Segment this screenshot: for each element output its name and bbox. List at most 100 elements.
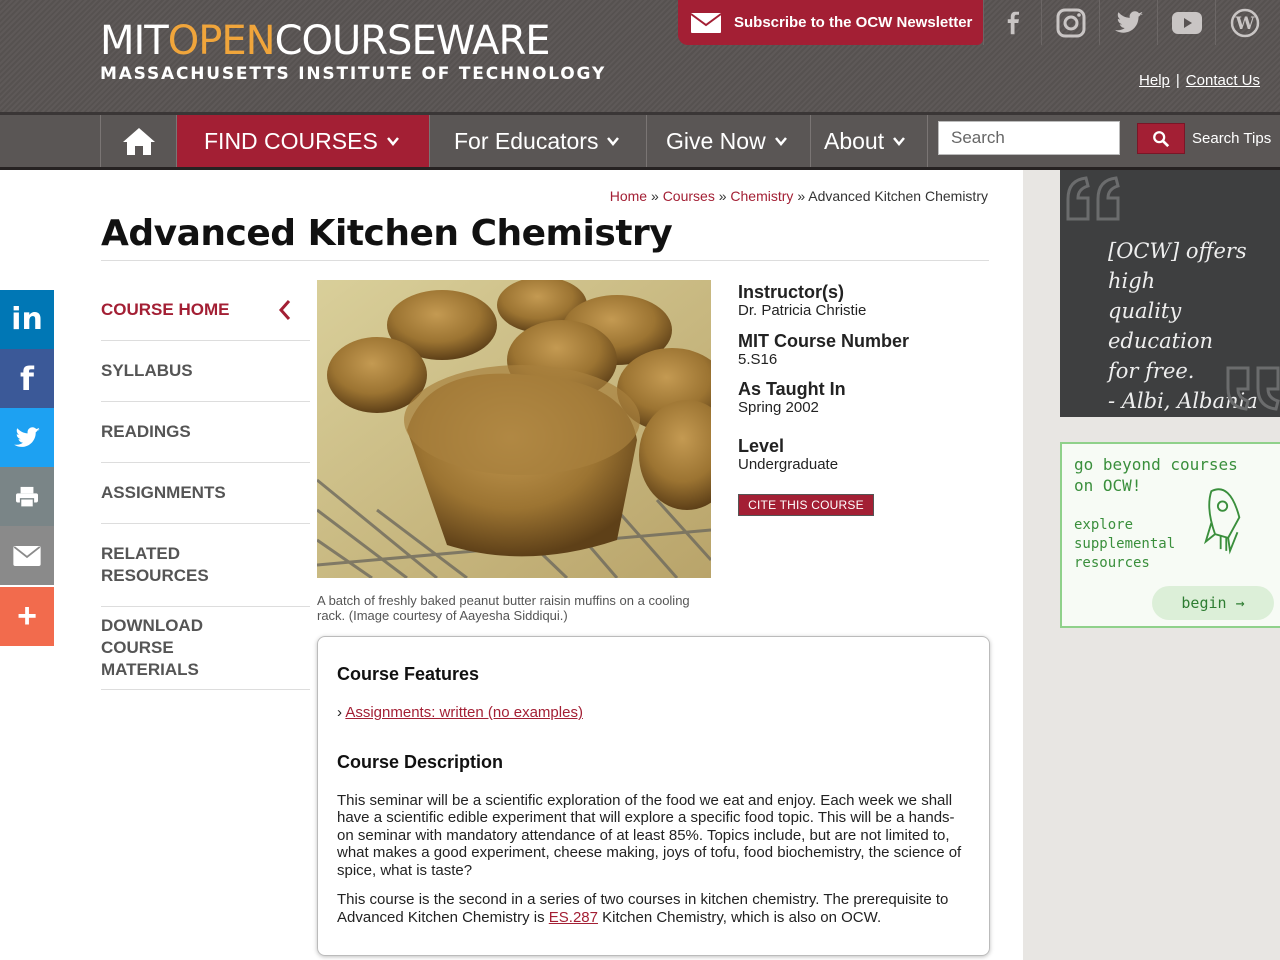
testimonial-promo[interactable]: [OCW] offers high quality education for … xyxy=(1060,170,1280,417)
share-more[interactable]: + xyxy=(0,587,54,646)
sidenav-course-home[interactable]: COURSE HOME xyxy=(101,280,310,341)
twitter-icon xyxy=(14,426,40,447)
nav-about-label: About xyxy=(824,127,885,154)
home-icon xyxy=(122,128,155,155)
help-link[interactable]: Help xyxy=(1139,72,1170,89)
supplemental-resources-promo[interactable]: go beyond courses on OCW! explore supple… xyxy=(1060,442,1280,628)
description-paragraph-2: This course is the second in a series of… xyxy=(337,891,970,926)
share-print[interactable] xyxy=(0,467,54,526)
email-icon xyxy=(13,545,41,566)
course-description-heading: Course Description xyxy=(337,751,504,772)
page-title: Advanced Kitchen Chemistry xyxy=(101,213,673,254)
description-text: Kitchen Chemistry, which is also on OCW. xyxy=(597,908,882,926)
sidenav-item-label: READINGS xyxy=(101,422,191,441)
chevron-down-icon xyxy=(774,137,787,146)
sidenav-item-label: SYLLABUS xyxy=(101,361,193,380)
youtube-icon[interactable] xyxy=(1157,0,1215,45)
share-facebook[interactable]: f xyxy=(0,349,54,408)
sidenav-item-label: RELATED RESOURCES xyxy=(101,544,209,585)
breadcrumb-current: Advanced Kitchen Chemistry xyxy=(808,188,988,204)
promo-subtext-line: resources xyxy=(1074,555,1150,571)
chevron-down-icon xyxy=(386,137,399,146)
wordpress-icon[interactable]: W xyxy=(1215,0,1273,45)
newsletter-button[interactable]: Subscribe to the OCW Newsletter xyxy=(678,0,983,45)
instructor-label: Instructor(s) xyxy=(738,282,845,302)
course-features-heading: Course Features xyxy=(337,664,480,684)
twitter-icon[interactable] xyxy=(1099,0,1157,45)
search-input[interactable]: Search xyxy=(938,121,1120,155)
search-icon xyxy=(1153,130,1170,147)
nav-give-now-label: Give Now xyxy=(666,127,766,154)
breadcrumb-home[interactable]: Home xyxy=(610,188,647,204)
course-sidenav: COURSE HOME SYLLABUS READINGS ASSIGNMENT… xyxy=(101,280,310,690)
linkedin-icon: in xyxy=(11,302,43,337)
nav-for-educators-label: For Educators xyxy=(454,127,599,154)
svg-text:W: W xyxy=(1234,14,1255,34)
share-linkedin[interactable]: in xyxy=(0,290,54,349)
chevron-left-icon xyxy=(278,300,291,320)
site-header: MITOPENCOURSEWARE MASSACHUSETTS INSTITUT… xyxy=(0,0,1280,112)
sidenav-item-label: COURSE HOME xyxy=(101,300,230,319)
nav-about[interactable]: About xyxy=(811,115,928,167)
search-placeholder: Search xyxy=(951,128,1005,147)
promo-heading-line: go beyond courses xyxy=(1074,455,1238,474)
social-links: W xyxy=(983,0,1273,45)
search-button[interactable] xyxy=(1137,123,1185,154)
nav-for-educators[interactable]: For Educators xyxy=(430,115,647,167)
breadcrumb-sep: » xyxy=(651,188,659,204)
search-tips-link[interactable]: Search Tips xyxy=(1192,130,1271,147)
logo-courseware: COURSEWARE xyxy=(274,18,551,64)
facebook-icon: f xyxy=(20,359,34,398)
breadcrumb-chemistry[interactable]: Chemistry xyxy=(730,188,793,204)
chevron-down-icon xyxy=(607,137,620,146)
title-divider xyxy=(101,260,989,261)
close-quote-icon xyxy=(1226,366,1280,411)
nav-give-now[interactable]: Give Now xyxy=(647,115,811,167)
quote-line: [OCW] offers high xyxy=(1108,239,1247,293)
breadcrumb-courses[interactable]: Courses xyxy=(663,188,715,204)
sidenav-download-materials[interactable]: DOWNLOAD COURSE MATERIALS xyxy=(101,607,310,690)
share-twitter[interactable] xyxy=(0,408,54,467)
course-image xyxy=(317,280,711,578)
utility-links: Help | Contact Us xyxy=(1139,72,1260,89)
utility-separator: | xyxy=(1175,72,1180,89)
course-number-value: 5.S16 xyxy=(738,351,778,368)
nav-home[interactable] xyxy=(100,115,177,167)
instagram-icon[interactable] xyxy=(1041,0,1099,45)
sidenav-assignments[interactable]: ASSIGNMENTS xyxy=(101,463,310,524)
envelope-icon xyxy=(690,12,722,33)
nav-find-courses-label: FIND COURSES xyxy=(204,127,378,154)
description-paragraph: This seminar will be a scientific explor… xyxy=(337,791,962,879)
sidenav-item-label: DOWNLOAD COURSE MATERIALS xyxy=(101,616,203,679)
cite-course-button[interactable]: CITE THIS COURSE xyxy=(738,494,874,516)
sidenav-readings[interactable]: READINGS xyxy=(101,402,310,463)
course-number-label: MIT Course Number xyxy=(738,331,910,351)
level-label: Level xyxy=(738,436,785,456)
taught-in-value: Spring 2002 xyxy=(738,399,819,416)
promo-subtext: explore supplemental resources xyxy=(1074,516,1175,573)
facebook-icon[interactable] xyxy=(983,0,1041,45)
contact-us-link[interactable]: Contact Us xyxy=(1186,72,1260,89)
breadcrumb: Home » Courses » Chemistry » Advanced Ki… xyxy=(610,188,988,204)
ocw-logo[interactable]: MITOPENCOURSEWARE xyxy=(100,18,551,64)
begin-button[interactable]: begin → xyxy=(1152,586,1274,620)
sidenav-related-resources[interactable]: RELATED RESOURCES xyxy=(101,524,310,607)
open-quote-icon xyxy=(1066,176,1120,221)
share-email[interactable] xyxy=(0,526,54,585)
logo-open: OPEN xyxy=(167,18,276,64)
prerequisite-link[interactable]: ES.287 xyxy=(549,909,598,926)
sidenav-syllabus[interactable]: SYLLABUS xyxy=(101,341,310,402)
feature-bullet: › xyxy=(337,704,342,721)
chevron-down-icon xyxy=(893,137,906,146)
logo-mit: MIT xyxy=(100,18,169,64)
breadcrumb-sep: » xyxy=(797,188,806,204)
newsletter-label: Subscribe to the OCW Newsletter xyxy=(734,14,973,31)
print-icon xyxy=(16,486,38,508)
assignments-feature-link[interactable]: Assignments: written (no examples) xyxy=(345,704,583,721)
course-meta: Instructor(s) Dr. Patricia Christie MIT … xyxy=(738,282,988,474)
taught-in-label: As Taught In xyxy=(738,379,846,399)
more-icon: + xyxy=(17,597,37,635)
nav-find-courses[interactable]: FIND COURSES xyxy=(177,115,430,167)
promo-subtext-line: supplemental xyxy=(1074,536,1176,552)
promo-subtext-line: explore xyxy=(1074,517,1134,533)
